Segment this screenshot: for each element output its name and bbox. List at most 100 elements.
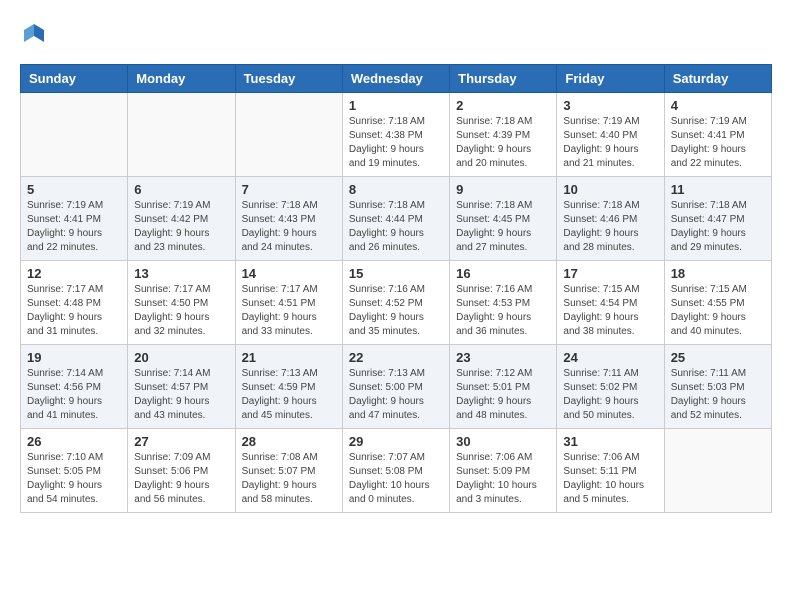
calendar-cell: 23 Sunrise: 7:12 AM Sunset: 5:01 PM Dayli… (450, 345, 557, 429)
day-info: Sunrise: 7:18 AM Sunset: 4:38 PM Dayligh… (349, 115, 443, 171)
calendar-cell: 16 Sunrise: 7:16 AM Sunset: 4:53 PM Dayli… (450, 261, 557, 345)
calendar-cell: 24Sunrise: 7:11 AM Sunset: 5:02 PM Dayli… (557, 345, 664, 429)
day-number: 17 (563, 266, 657, 281)
day-number: 23 (456, 350, 550, 365)
calendar-week-5: 26 Sunrise: 7:10 AM Sunset: 5:05 PM Dayli… (21, 429, 772, 513)
calendar-cell: 17 Sunrise: 7:15 AM Sunset: 4:54 PM Dayli… (557, 261, 664, 345)
day-number: 10 (563, 182, 657, 197)
day-info: Sunrise: 7:17 AM Sunset: 4:50 PM Dayligh… (134, 283, 228, 339)
calendar-cell: 8Sunrise: 7:18 AM Sunset: 4:44 PM Daylig… (342, 177, 449, 261)
day-number: 3 (563, 98, 657, 113)
day-info: Sunrise: 7:18 AM Sunset: 4:47 PM Dayligh… (671, 199, 765, 255)
day-number: 7 (242, 182, 336, 197)
day-info: Sunrise: 7:19 AM Sunset: 4:41 PM Dayligh… (27, 199, 121, 255)
calendar-cell: 21 Sunrise: 7:13 AM Sunset: 4:59 PM Dayli… (235, 345, 342, 429)
day-header-monday: Monday (128, 65, 235, 93)
day-number: 26 (27, 434, 121, 449)
day-header-wednesday: Wednesday (342, 65, 449, 93)
calendar-cell: 15 Sunrise: 7:16 AM Sunset: 4:52 PM Dayli… (342, 261, 449, 345)
day-number: 30 (456, 434, 550, 449)
day-number: 12 (27, 266, 121, 281)
day-number: 16 (456, 266, 550, 281)
day-number: 22 (349, 350, 443, 365)
calendar-cell: 31 Sunrise: 7:06 AM Sunset: 5:11 PM Dayli… (557, 429, 664, 513)
calendar-week-1: 1 Sunrise: 7:18 AM Sunset: 4:38 PM Daylig… (21, 93, 772, 177)
day-info: Sunrise: 7:18 AM Sunset: 4:43 PM Dayligh… (242, 199, 336, 255)
logo-icon (20, 20, 48, 48)
day-info: Sunrise: 7:15 AM Sunset: 4:54 PM Dayligh… (563, 283, 657, 339)
day-number: 4 (671, 98, 765, 113)
day-number: 13 (134, 266, 228, 281)
day-number: 6 (134, 182, 228, 197)
day-number: 2 (456, 98, 550, 113)
calendar-cell: 4 Sunrise: 7:19 AM Sunset: 4:41 PM Daylig… (664, 93, 771, 177)
calendar-cell: 18 Sunrise: 7:15 AM Sunset: 4:55 PM Dayli… (664, 261, 771, 345)
day-header-friday: Friday (557, 65, 664, 93)
day-info: Sunrise: 7:14 AM Sunset: 4:56 PM Dayligh… (27, 367, 121, 423)
day-number: 5 (27, 182, 121, 197)
day-number: 25 (671, 350, 765, 365)
day-number: 14 (242, 266, 336, 281)
calendar-cell: 1 Sunrise: 7:18 AM Sunset: 4:38 PM Daylig… (342, 93, 449, 177)
calendar-cell: 30Sunrise: 7:06 AM Sunset: 5:09 PM Dayli… (450, 429, 557, 513)
calendar-week-4: 19 Sunrise: 7:14 AM Sunset: 4:56 PM Dayli… (21, 345, 772, 429)
day-number: 9 (456, 182, 550, 197)
calendar-week-2: 5 Sunrise: 7:19 AM Sunset: 4:41 PM Daylig… (21, 177, 772, 261)
calendar-header-row: SundayMondayTuesdayWednesdayThursdayFrid… (21, 65, 772, 93)
calendar-cell: 26 Sunrise: 7:10 AM Sunset: 5:05 PM Dayli… (21, 429, 128, 513)
calendar-cell (235, 93, 342, 177)
day-number: 20 (134, 350, 228, 365)
day-info: Sunrise: 7:16 AM Sunset: 4:53 PM Dayligh… (456, 283, 550, 339)
calendar-week-3: 12 Sunrise: 7:17 AM Sunset: 4:48 PM Dayli… (21, 261, 772, 345)
day-info: Sunrise: 7:11 AM Sunset: 5:03 PM Dayligh… (671, 367, 765, 423)
day-info: Sunrise: 7:13 AM Sunset: 4:59 PM Dayligh… (242, 367, 336, 423)
day-number: 21 (242, 350, 336, 365)
calendar-cell: 12 Sunrise: 7:17 AM Sunset: 4:48 PM Dayli… (21, 261, 128, 345)
calendar-cell (128, 93, 235, 177)
calendar-cell: 20 Sunrise: 7:14 AM Sunset: 4:57 PM Dayli… (128, 345, 235, 429)
day-header-tuesday: Tuesday (235, 65, 342, 93)
calendar-cell: 6 Sunrise: 7:19 AM Sunset: 4:42 PM Daylig… (128, 177, 235, 261)
day-header-sunday: Sunday (21, 65, 128, 93)
day-number: 8 (349, 182, 443, 197)
day-header-thursday: Thursday (450, 65, 557, 93)
day-info: Sunrise: 7:07 AM Sunset: 5:08 PM Dayligh… (349, 451, 443, 507)
day-number: 11 (671, 182, 765, 197)
day-info: Sunrise: 7:14 AM Sunset: 4:57 PM Dayligh… (134, 367, 228, 423)
calendar-cell: 2 Sunrise: 7:18 AM Sunset: 4:39 PM Daylig… (450, 93, 557, 177)
day-number: 19 (27, 350, 121, 365)
day-number: 1 (349, 98, 443, 113)
calendar-cell: 13 Sunrise: 7:17 AM Sunset: 4:50 PM Dayli… (128, 261, 235, 345)
calendar-cell (664, 429, 771, 513)
day-info: Sunrise: 7:11 AM Sunset: 5:02 PM Dayligh… (563, 367, 657, 423)
day-info: Sunrise: 7:12 AM Sunset: 5:01 PM Dayligh… (456, 367, 550, 423)
calendar-cell: 14 Sunrise: 7:17 AM Sunset: 4:51 PM Dayli… (235, 261, 342, 345)
day-number: 31 (563, 434, 657, 449)
day-info: Sunrise: 7:08 AM Sunset: 5:07 PM Dayligh… (242, 451, 336, 507)
calendar-cell: 3 Sunrise: 7:19 AM Sunset: 4:40 PM Daylig… (557, 93, 664, 177)
day-info: Sunrise: 7:13 AM Sunset: 5:00 PM Dayligh… (349, 367, 443, 423)
day-info: Sunrise: 7:19 AM Sunset: 4:40 PM Dayligh… (563, 115, 657, 171)
calendar-cell: 10 Sunrise: 7:18 AM Sunset: 4:46 PM Dayli… (557, 177, 664, 261)
calendar-cell: 11 Sunrise: 7:18 AM Sunset: 4:47 PM Dayli… (664, 177, 771, 261)
day-info: Sunrise: 7:16 AM Sunset: 4:52 PM Dayligh… (349, 283, 443, 339)
logo (20, 20, 52, 48)
day-info: Sunrise: 7:06 AM Sunset: 5:11 PM Dayligh… (563, 451, 657, 507)
day-info: Sunrise: 7:17 AM Sunset: 4:48 PM Dayligh… (27, 283, 121, 339)
day-info: Sunrise: 7:18 AM Sunset: 4:39 PM Dayligh… (456, 115, 550, 171)
day-number: 15 (349, 266, 443, 281)
day-info: Sunrise: 7:15 AM Sunset: 4:55 PM Dayligh… (671, 283, 765, 339)
calendar-cell: 22 Sunrise: 7:13 AM Sunset: 5:00 PM Dayli… (342, 345, 449, 429)
day-number: 18 (671, 266, 765, 281)
day-header-saturday: Saturday (664, 65, 771, 93)
calendar-cell: 7 Sunrise: 7:18 AM Sunset: 4:43 PM Daylig… (235, 177, 342, 261)
day-number: 29 (349, 434, 443, 449)
day-info: Sunrise: 7:19 AM Sunset: 4:42 PM Dayligh… (134, 199, 228, 255)
day-info: Sunrise: 7:17 AM Sunset: 4:51 PM Dayligh… (242, 283, 336, 339)
day-info: Sunrise: 7:10 AM Sunset: 5:05 PM Dayligh… (27, 451, 121, 507)
day-number: 27 (134, 434, 228, 449)
day-info: Sunrise: 7:18 AM Sunset: 4:46 PM Dayligh… (563, 199, 657, 255)
day-info: Sunrise: 7:18 AM Sunset: 4:45 PM Dayligh… (456, 199, 550, 255)
day-info: Sunrise: 7:19 AM Sunset: 4:41 PM Dayligh… (671, 115, 765, 171)
calendar-cell: 25 Sunrise: 7:11 AM Sunset: 5:03 PM Dayli… (664, 345, 771, 429)
